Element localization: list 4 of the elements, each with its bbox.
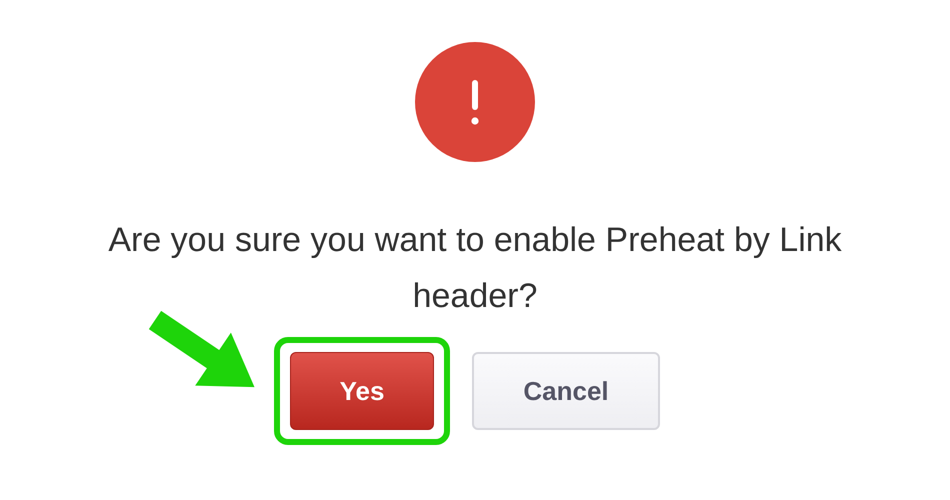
confirmation-message: Are you sure you want to enable Preheat by Link header? — [107, 220, 843, 317]
cancel-button[interactable]: Cancel — [472, 352, 660, 430]
yes-button[interactable]: Yes — [290, 352, 434, 430]
warning-icon — [415, 42, 535, 162]
